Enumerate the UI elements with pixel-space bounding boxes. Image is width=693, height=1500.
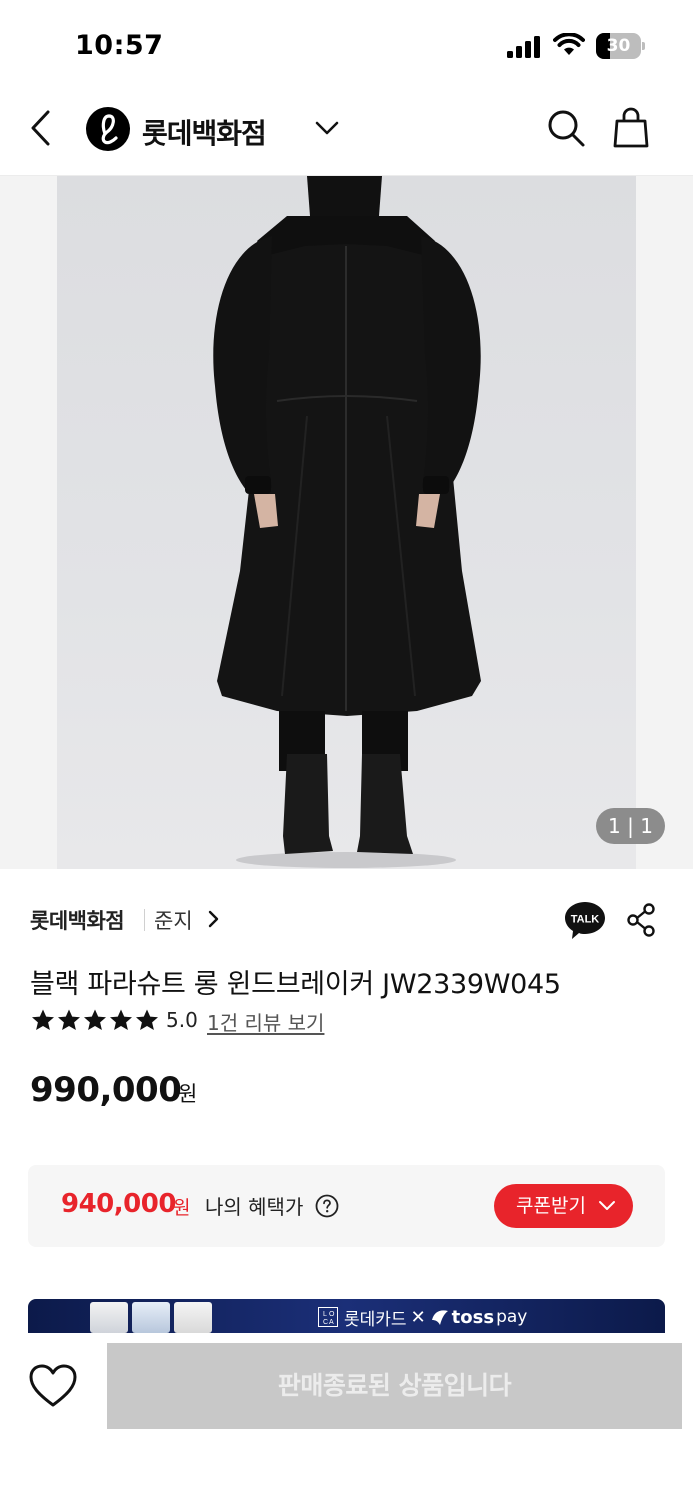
image-counter: 1 | 1 xyxy=(596,808,665,844)
talk-chat-icon[interactable]: TALK xyxy=(563,899,607,941)
svg-text:L: L xyxy=(323,1311,327,1318)
status-bar: 10:57 30 xyxy=(0,0,693,92)
product-title: 블랙 파라슈트 롱 윈드브레이커 JW2339W045 xyxy=(30,969,561,1000)
card-image xyxy=(132,1302,170,1333)
review-link[interactable]: 1건 리뷰 보기 xyxy=(207,1007,324,1036)
divider xyxy=(144,909,145,931)
coupon-button-label: 쿠폰받기 xyxy=(516,1195,586,1217)
star-icon xyxy=(32,1009,54,1030)
brand-name[interactable]: 롯데백화점 xyxy=(142,112,267,152)
product-gallery[interactable]: 1 | 1 xyxy=(0,176,693,869)
svg-text:C: C xyxy=(323,1319,328,1326)
rating-stars xyxy=(30,1008,160,1034)
soldout-button[interactable]: 판매종료된 상품입니다 xyxy=(107,1343,682,1429)
star-icon xyxy=(136,1009,158,1030)
card-image xyxy=(174,1302,212,1333)
svg-text:TALK: TALK xyxy=(571,914,600,926)
battery-text: 30 xyxy=(606,36,631,56)
app-header: 롯데백화점 xyxy=(0,92,693,176)
star-icon xyxy=(58,1009,80,1030)
bottom-action-bar: 판매종료된 상품입니다 xyxy=(0,1333,693,1500)
heart-icon[interactable] xyxy=(28,1363,78,1409)
toss-logo-icon xyxy=(431,1310,448,1325)
card-image xyxy=(90,1302,128,1333)
benefit-label: 나의 혜택가 xyxy=(205,1195,304,1219)
promo-banner[interactable]: L O C A 롯데카드 ✕ toss pay xyxy=(28,1299,665,1333)
rating-value: 5.0 xyxy=(166,1008,198,1032)
signal-icon xyxy=(507,36,540,58)
benefit-price: 940,000 xyxy=(61,1189,176,1219)
lotte-logo-icon[interactable] xyxy=(85,106,131,152)
banner-text: L O C A 롯데카드 ✕ toss pay xyxy=(318,1305,528,1330)
coupon-button[interactable]: 쿠폰받기 xyxy=(494,1184,633,1228)
product-price: 990,000 xyxy=(30,1070,182,1110)
card-brand: 롯데카드 xyxy=(344,1309,407,1330)
price-unit: 원 xyxy=(178,1082,198,1106)
toss-pay-text: pay xyxy=(496,1307,528,1327)
chevron-down-icon xyxy=(599,1201,615,1210)
question-icon[interactable] xyxy=(315,1194,339,1218)
svg-text:O: O xyxy=(329,1311,335,1318)
benefit-price-unit: 원 xyxy=(173,1197,191,1219)
benefit-box: 940,000 원 나의 혜택가 쿠폰받기 xyxy=(28,1165,665,1247)
search-icon[interactable] xyxy=(546,108,586,148)
product-image[interactable] xyxy=(57,176,636,869)
chevron-right-icon[interactable] xyxy=(207,910,219,928)
share-icon[interactable] xyxy=(625,902,657,938)
status-time: 10:57 xyxy=(75,30,164,61)
store-name[interactable]: 롯데백화점 xyxy=(30,905,125,935)
svg-text:A: A xyxy=(329,1319,334,1326)
seller-link[interactable]: 준지 xyxy=(154,905,193,935)
product-photo xyxy=(213,176,481,868)
chevron-left-icon[interactable] xyxy=(28,108,54,148)
star-icon xyxy=(84,1009,106,1030)
toss-text: toss xyxy=(451,1306,495,1328)
star-icon xyxy=(110,1009,132,1030)
banner-cross: ✕ xyxy=(410,1306,426,1328)
loca-logo-icon: L O C A xyxy=(318,1307,338,1327)
chevron-down-icon[interactable] xyxy=(314,118,340,138)
battery-icon: 30 xyxy=(596,33,646,59)
wifi-icon xyxy=(553,33,585,55)
shopping-bag-icon[interactable] xyxy=(612,106,650,148)
